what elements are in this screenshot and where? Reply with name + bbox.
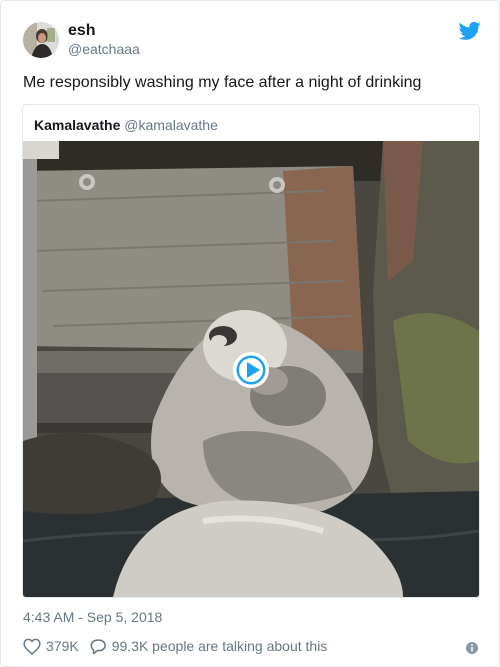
tweet-actions: 379K 99.3K people are talking about this — [23, 636, 327, 656]
quoted-author: Kamalavathe @kamalavathe — [34, 116, 218, 134]
conversation-link[interactable]: 99.3K people are talking about this — [89, 638, 328, 655]
author-handle[interactable]: @eatchaaa — [68, 40, 140, 58]
twitter-bird-icon[interactable] — [458, 21, 481, 41]
avatar-image — [23, 22, 59, 58]
heart-icon — [23, 638, 41, 655]
quoted-tweet[interactable]: Kamalavathe @kamalavathe — [22, 104, 480, 598]
tweet-text: Me responsibly washing my face after a n… — [23, 74, 422, 91]
quoted-author-handle[interactable]: @kamalavathe — [124, 117, 218, 133]
author-name[interactable]: esh — [68, 21, 96, 41]
like-button[interactable]: 379K — [23, 638, 79, 655]
info-icon[interactable] — [466, 641, 478, 654]
tweet-card: esh @eatchaaa Me responsibly washing my … — [0, 0, 500, 667]
talking-count: 99.3K people are talking about this — [111, 638, 328, 654]
video-thumbnail[interactable] — [23, 141, 479, 597]
speech-bubble-icon — [89, 638, 107, 655]
avatar[interactable] — [23, 22, 59, 58]
tweet-timestamp[interactable]: 4:43 AM - Sep 5, 2018 — [23, 608, 162, 626]
quoted-author-name[interactable]: Kamalavathe — [34, 117, 120, 133]
play-icon[interactable] — [231, 350, 271, 390]
like-count: 379K — [46, 638, 79, 654]
